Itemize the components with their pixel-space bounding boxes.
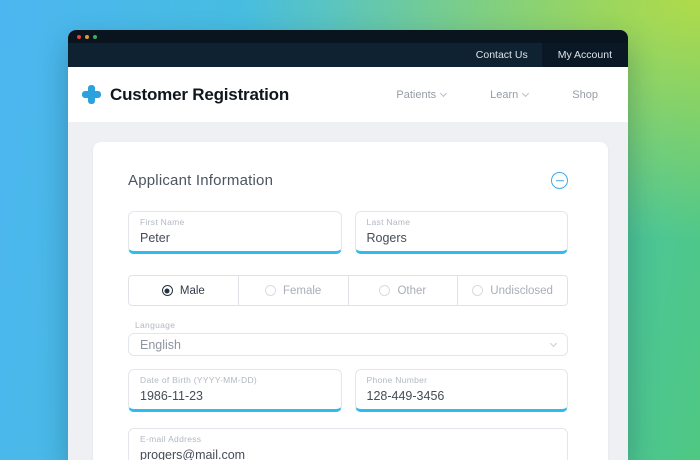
radio-selected-icon [161, 285, 173, 296]
browser-window: Contact Us My Account Customer Registrat… [68, 30, 628, 460]
site-header: Customer Registration Patients Learn Sho… [68, 67, 628, 122]
nav-contact-us[interactable]: Contact Us [462, 43, 542, 67]
gender-radio-group: Male Female Other Undisclosed [128, 275, 568, 306]
phone-field[interactable]: Phone Number [354, 369, 568, 412]
phone-input[interactable] [366, 389, 556, 403]
phone-label: Phone Number [366, 375, 428, 385]
main-nav: Patients Learn Shop [352, 89, 598, 101]
last-name-field[interactable]: Last Name [354, 211, 568, 254]
language-label: Language [135, 320, 176, 330]
gender-option-male[interactable]: Male [129, 276, 238, 305]
nav-my-account[interactable]: My Account [541, 43, 628, 67]
applicant-information-card: Applicant Information First Name Last Na… [93, 142, 608, 460]
nav-learn[interactable]: Learn [490, 89, 530, 101]
gender-option-other[interactable]: Other [347, 276, 458, 305]
nav-shop[interactable]: Shop [572, 89, 598, 101]
radio-unselected-icon [379, 285, 391, 296]
chevron-down-icon [522, 89, 530, 97]
page-content: Applicant Information First Name Last Na… [68, 122, 628, 460]
email-label: E-mail Address [140, 434, 202, 444]
radio-unselected-icon [472, 285, 484, 296]
last-name-label: Last Name [366, 217, 411, 227]
minimize-window-icon[interactable] [85, 34, 89, 39]
dob-field[interactable]: Date of Birth (YYYY-MM-DD) [128, 369, 342, 412]
radio-unselected-icon [264, 285, 276, 296]
chevron-down-icon [549, 339, 558, 347]
language-selected-value: English [140, 337, 181, 352]
gender-option-undisclosed[interactable]: Undisclosed [457, 276, 567, 305]
page-title: Customer Registration [110, 84, 290, 104]
nav-patients[interactable]: Patients [396, 89, 448, 101]
language-select[interactable]: English [128, 333, 568, 356]
close-window-icon[interactable] [77, 34, 81, 39]
email-input[interactable] [140, 448, 556, 460]
last-name-input[interactable] [366, 231, 556, 245]
dob-label: Date of Birth (YYYY-MM-DD) [140, 375, 258, 385]
medical-cross-logo-icon [82, 85, 101, 104]
chevron-down-icon [440, 89, 448, 97]
first-name-label: First Name [140, 217, 185, 227]
top-navbar: Contact Us My Account [68, 43, 628, 67]
email-field[interactable]: E-mail Address [128, 428, 568, 460]
first-name-input[interactable] [140, 231, 330, 245]
collapse-section-icon[interactable] [551, 172, 568, 189]
first-name-field[interactable]: First Name [128, 211, 342, 254]
language-field: Language English [128, 320, 568, 356]
section-title: Applicant Information [128, 172, 274, 189]
maximize-window-icon[interactable] [93, 34, 97, 39]
gender-option-female[interactable]: Female [237, 276, 348, 305]
window-titlebar [68, 30, 628, 43]
dob-input[interactable] [140, 389, 330, 403]
